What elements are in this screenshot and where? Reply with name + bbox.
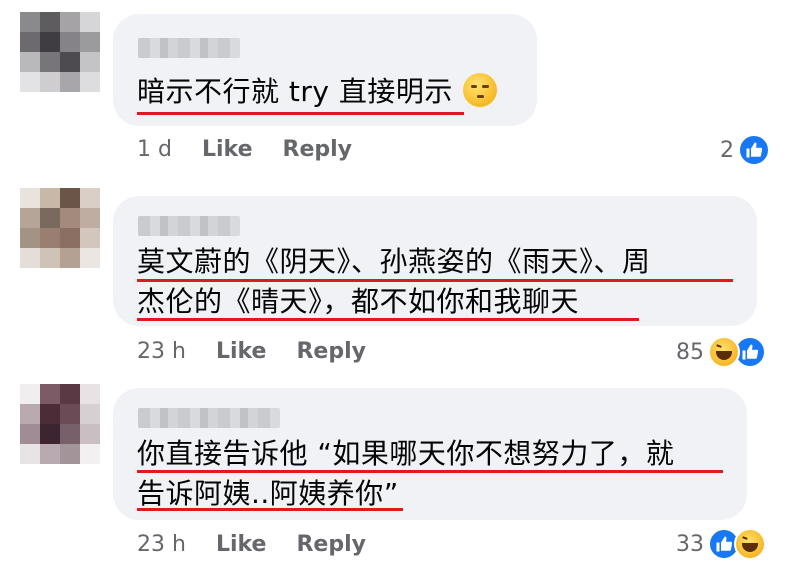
reaction-summary[interactable]: 2 bbox=[720, 134, 770, 166]
comment-text-line-1: 你直接告诉他 “如果哪天你不想努力了，就 bbox=[137, 437, 675, 470]
timestamp[interactable]: 23 h bbox=[137, 532, 186, 557]
like-icon bbox=[738, 134, 770, 166]
comment-text-line-1: 莫文蔚的《阴天》、孙燕姿的《雨天》、周 bbox=[137, 245, 651, 278]
commenter-name-blurred[interactable] bbox=[138, 216, 240, 236]
reply-button[interactable]: Reply bbox=[283, 137, 353, 162]
comment-text: 暗示不行就 try 直接明示 bbox=[137, 72, 497, 112]
commenter-name-blurred[interactable] bbox=[138, 38, 240, 58]
reaction-summary[interactable]: 85 bbox=[676, 336, 766, 368]
reaction-count: 85 bbox=[676, 339, 704, 365]
avatar[interactable] bbox=[20, 188, 100, 268]
comment-actions: 23 h Like Reply bbox=[137, 532, 366, 557]
reaction-count: 2 bbox=[720, 137, 734, 163]
smirk-emoji-icon bbox=[462, 73, 497, 107]
haha-icon bbox=[708, 336, 740, 368]
comment-actions: 1 d Like Reply bbox=[137, 137, 352, 162]
comment-actions: 23 h Like Reply bbox=[137, 339, 366, 364]
haha-icon bbox=[734, 528, 766, 560]
red-underline bbox=[137, 470, 723, 473]
comment-text-line-2: 杰伦的《晴天》，都不如你和我聊天 bbox=[137, 285, 580, 318]
like-button[interactable]: Like bbox=[216, 532, 267, 557]
avatar[interactable] bbox=[20, 384, 100, 464]
reply-button[interactable]: Reply bbox=[296, 339, 366, 364]
reply-button[interactable]: Reply bbox=[296, 532, 366, 557]
reaction-count: 33 bbox=[676, 531, 704, 557]
like-button[interactable]: Like bbox=[202, 137, 253, 162]
red-underline bbox=[137, 112, 464, 115]
timestamp[interactable]: 1 d bbox=[137, 137, 172, 162]
timestamp[interactable]: 23 h bbox=[137, 339, 186, 364]
like-button[interactable]: Like bbox=[216, 339, 267, 364]
avatar[interactable] bbox=[20, 12, 100, 92]
commenter-name-blurred[interactable] bbox=[138, 408, 280, 428]
red-underline bbox=[137, 508, 403, 511]
reaction-summary[interactable]: 33 bbox=[676, 528, 766, 560]
red-underline bbox=[137, 318, 639, 321]
